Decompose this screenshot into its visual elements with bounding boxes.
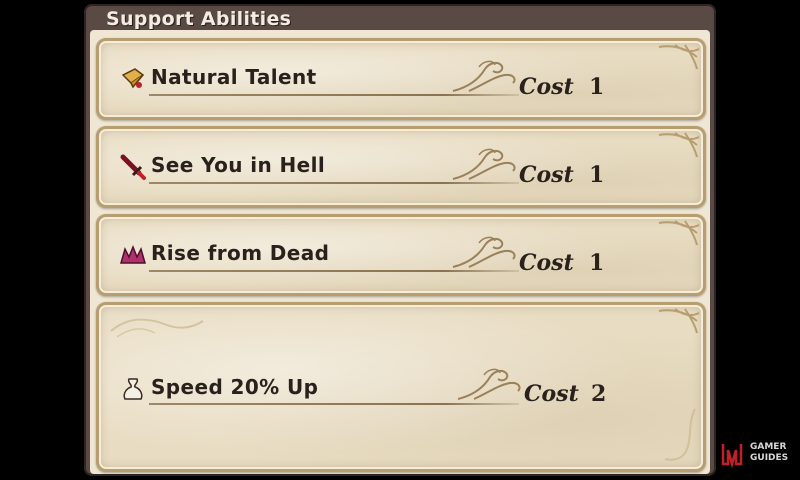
gamer-guides-logo-icon (721, 444, 743, 468)
corner-ornament-icon (658, 220, 700, 246)
scroll-icon (121, 68, 145, 89)
cost-label: Cost (519, 74, 574, 100)
cost-value: 1 (589, 250, 605, 276)
ability-underline (149, 403, 519, 405)
watermark-line-2: GUIDES (750, 453, 789, 463)
ability-underline (149, 270, 519, 272)
flourish-ornament-icon (452, 236, 516, 268)
ability-underline (149, 94, 519, 96)
watermark-line-1: GAMER (750, 442, 787, 452)
pouch-icon (123, 378, 143, 400)
corner-ornament-left-icon (110, 318, 204, 338)
cost-label: Cost (524, 381, 579, 407)
ability-card-natural-talent[interactable]: Natural Talent Cost 1 (96, 38, 706, 120)
ability-name: Natural Talent (151, 65, 317, 89)
cost-value: 1 (589, 162, 605, 188)
ability-card-rise-from-dead[interactable]: Rise from Dead Cost 1 (96, 214, 706, 296)
cost-label: Cost (519, 250, 574, 276)
sword-icon (120, 154, 146, 180)
ability-name: Rise from Dead (151, 241, 330, 265)
cost-label: Cost (519, 162, 574, 188)
ability-name: See You in Hell (151, 153, 326, 177)
corner-ornament-icon (658, 132, 700, 158)
flourish-ornament-icon (452, 60, 516, 92)
ability-card-speed-20-up[interactable]: Speed 20% Up Cost 2 (96, 302, 706, 472)
gamer-guides-watermark: GAMER GUIDES (720, 436, 792, 472)
flourish-ornament-icon (452, 148, 516, 180)
flourish-ornament-icon (457, 368, 521, 400)
cost-value: 2 (591, 381, 607, 407)
ability-card-see-you-in-hell[interactable]: See You in Hell Cost 1 (96, 126, 706, 208)
cost-value: 1 (589, 74, 605, 100)
corner-ornament-icon (658, 44, 700, 70)
ability-underline (149, 182, 519, 184)
corner-ornament-bottom-icon (664, 408, 696, 461)
ability-name: Speed 20% Up (151, 375, 319, 399)
wings-icon (120, 244, 146, 264)
window-title: Support Abilities (106, 8, 292, 30)
watermark-text: GAMER GUIDES (750, 442, 788, 464)
corner-ornament-icon (658, 308, 700, 334)
